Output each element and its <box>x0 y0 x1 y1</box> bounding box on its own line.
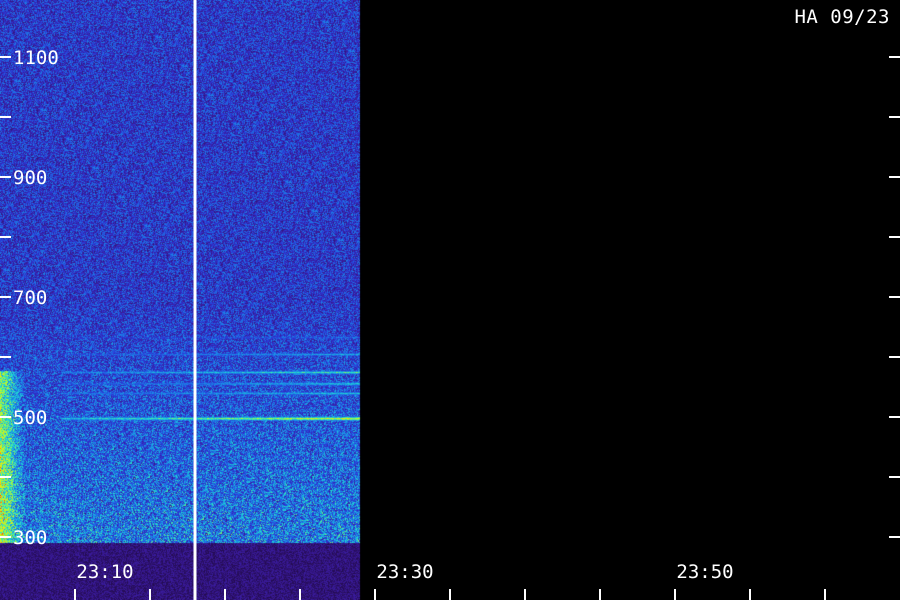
y-tick-label: 500 <box>13 407 47 429</box>
x-tick-label: 23:30 <box>376 561 433 583</box>
station-label: HA 09/23 <box>794 6 890 28</box>
x-tick-label: 23:50 <box>676 561 733 583</box>
chart-overlay: 300 500 700 900 1100 23:10 23:30 23:50 <box>0 0 900 600</box>
y-tick-label: 1100 <box>13 47 59 69</box>
spectrogram-chart: 300 500 700 900 1100 23:10 23:30 23:50 HA 09/23 <box>0 0 900 600</box>
x-tick-label: 23:10 <box>76 561 133 583</box>
y-tick-label: 300 <box>13 527 47 549</box>
y-tick-label: 900 <box>13 167 47 189</box>
y-tick-label: 700 <box>13 287 47 309</box>
